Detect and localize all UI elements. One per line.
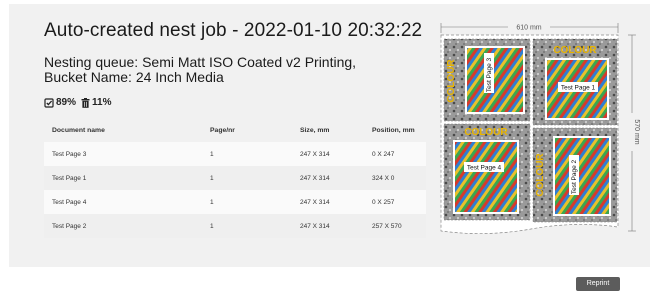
table-row[interactable]: Test Page 4 1 247 X 314 0 X 257	[44, 190, 426, 214]
nest-page-4[interactable]: COLOUR Test Page 4	[443, 123, 531, 221]
nest-preview[interactable]: 610 mm 570 mm COLOUR Test Page 3 COLOUR …	[436, 21, 646, 254]
job-subtitle: Nesting queue: Semi Matt ISO Coated v2 P…	[44, 55, 424, 85]
cell-document-name: Test Page 1	[44, 166, 202, 190]
checkbox-icon	[44, 97, 54, 108]
nest-page-1[interactable]: COLOUR Test Page 1	[532, 38, 618, 126]
cell-page-nr: 1	[202, 190, 292, 214]
waste-value: 11%	[92, 97, 112, 108]
width-dimension: 610 mm	[440, 22, 619, 33]
page-3-label: Test Page 3	[486, 57, 493, 92]
cell-position: 257 X 570	[364, 214, 426, 238]
cell-document-name: Test Page 4	[44, 190, 202, 214]
header-position: Position, mm	[372, 126, 415, 134]
cell-size: 247 X 314	[292, 214, 364, 238]
height-dimension: 570 mm	[627, 34, 640, 232]
page-1-label: Test Page 1	[561, 85, 596, 92]
trash-icon	[81, 97, 90, 108]
cell-size: 247 X 314	[292, 142, 364, 166]
utilization-value: 89%	[56, 97, 77, 108]
cell-position: 0 X 257	[364, 190, 426, 214]
cell-page-nr: 1	[202, 214, 292, 238]
nest-page-2[interactable]: COLOUR Test Page 2	[532, 127, 618, 223]
cell-size: 247 X 314	[292, 166, 364, 190]
cell-document-name: Test Page 3	[44, 142, 202, 166]
documents-table: Document name Page/nr Size, mm Position,…	[44, 118, 426, 238]
header-page-nr: Page/nr	[210, 126, 235, 134]
cell-position: 324 X 0	[364, 166, 426, 190]
cell-position: 0 X 247	[364, 142, 426, 166]
page-2-brand: COLOUR	[535, 153, 546, 197]
page-4-label: Test Page 4	[467, 165, 502, 172]
table-row[interactable]: Test Page 3 1 247 X 314 0 X 247	[44, 142, 426, 166]
page-4-brand: COLOUR	[464, 127, 508, 138]
height-label: 570 mm	[633, 119, 640, 144]
reprint-button[interactable]: Reprint	[576, 277, 620, 291]
page-2-label: Test Page 2	[571, 159, 578, 194]
cell-size: 247 X 314	[292, 190, 364, 214]
job-title: Auto-created nest job - 2022-01-10 20:32…	[44, 20, 423, 41]
cell-page-nr: 1	[202, 166, 292, 190]
table-row[interactable]: Test Page 2 1 247 X 314 257 X 570	[44, 214, 426, 238]
page-1-brand: COLOUR	[553, 45, 597, 56]
stats-line: 89% 11%	[44, 97, 111, 108]
nest-page-3[interactable]: COLOUR Test Page 3	[443, 38, 531, 122]
table-row[interactable]: Test Page 1 1 247 X 314 324 X 0	[44, 166, 426, 190]
page-3-brand: COLOUR	[446, 59, 457, 103]
cell-document-name: Test Page 2	[44, 214, 202, 238]
table-header-row: Document name Page/nr Size, mm Position,…	[44, 118, 426, 142]
bucket-line: Bucket Name: 24 Inch Media	[44, 69, 224, 85]
width-label: 610 mm	[516, 25, 541, 32]
header-document-name: Document name	[52, 126, 105, 134]
queue-line: Nesting queue: Semi Matt ISO Coated v2 P…	[44, 54, 357, 70]
cell-page-nr: 1	[202, 142, 292, 166]
header-size: Size, mm	[300, 126, 330, 134]
nest-preview-canvas: 610 mm 570 mm COLOUR Test Page 3 COLOUR …	[440, 22, 640, 234]
